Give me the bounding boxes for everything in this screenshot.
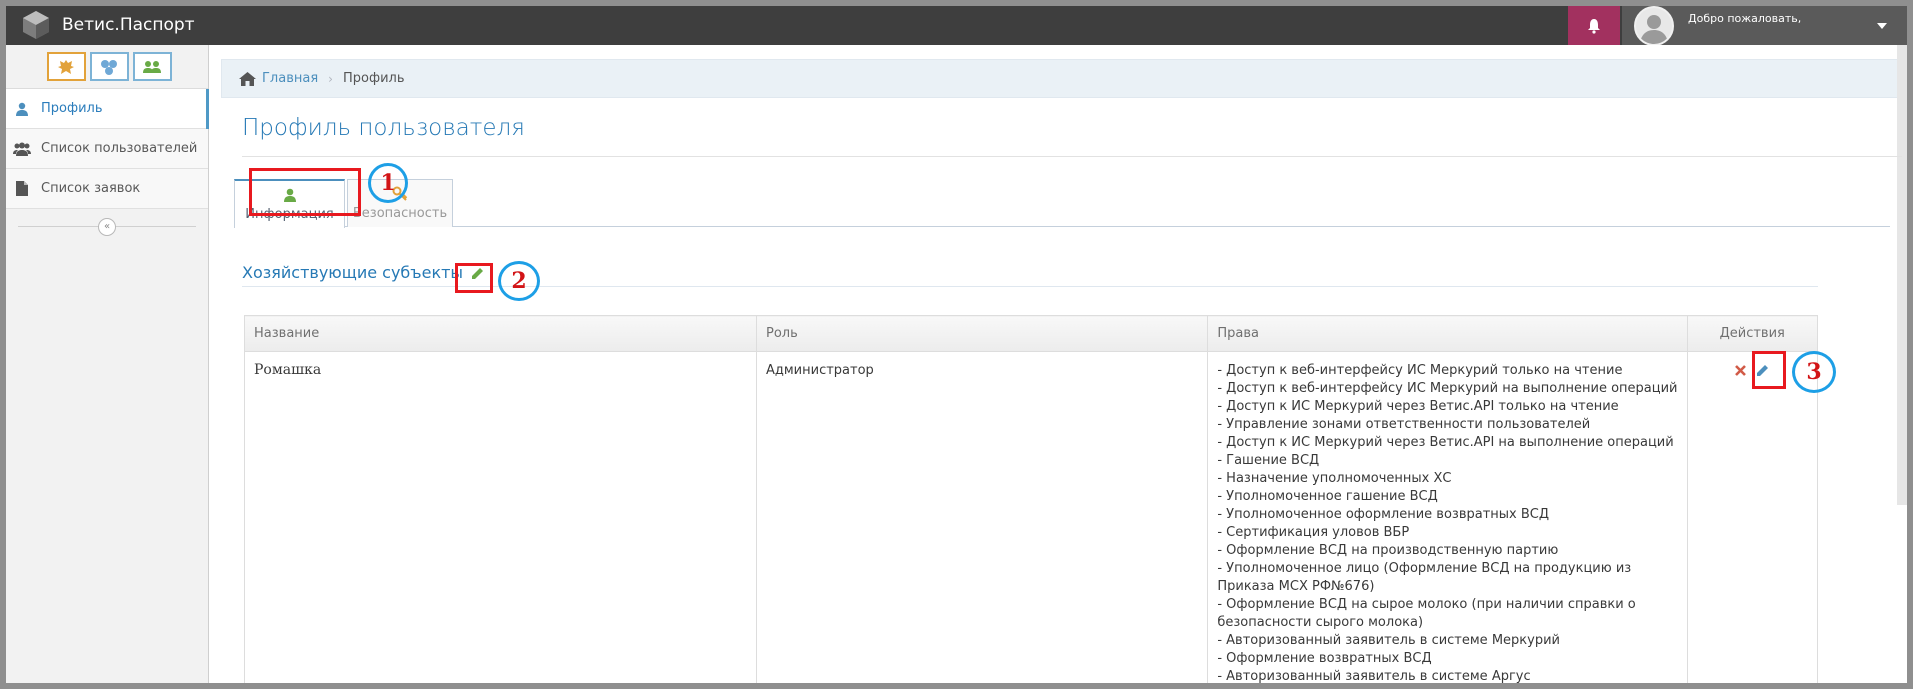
annotation-box-2	[455, 263, 493, 293]
entity-rights: - Доступ к веб-интерфейсу ИС Меркурий то…	[1207, 351, 1688, 684]
close-icon	[1735, 365, 1747, 376]
delete-row-button[interactable]	[1735, 365, 1747, 380]
row-actions	[1686, 351, 1818, 683]
sidebar-item-label: Профиль	[41, 101, 103, 116]
right-item: - Управление зонами ответственности поль…	[1217, 417, 1591, 432]
section-title-text: Хозяйствующие субъекты	[242, 263, 464, 282]
right-item: - Оформление возвратных ВСД	[1217, 651, 1432, 666]
profile-tabs: Информация Безопасность	[234, 169, 1890, 228]
annotation-number: 2	[511, 268, 527, 294]
collapse-sidebar-button[interactable]: «	[98, 218, 116, 236]
right-item: - Доступ к веб-интерфейсу ИС Меркурий то…	[1217, 363, 1623, 378]
chevron-down-icon[interactable]	[1877, 23, 1887, 29]
table-row: Ромашка Администратор - Доступ к веб-инт…	[244, 351, 1818, 684]
network-icon	[101, 59, 117, 75]
top-navbar: Ветис.Паспорт Добро пожаловать,	[6, 6, 1907, 46]
user-icon	[13, 101, 31, 117]
notifications-button[interactable]	[1568, 6, 1620, 45]
right-item: - Гашение ВСД	[1217, 453, 1320, 468]
right-item: - Оформление ВСД на производственную пар…	[1217, 543, 1559, 558]
home-icon	[239, 71, 256, 86]
breadcrumb-current: Профиль	[342, 71, 405, 86]
annotation-box-3	[1752, 351, 1786, 389]
group-icon	[13, 141, 31, 157]
shortcut-users-button[interactable]	[132, 52, 172, 81]
sidebar-item-profile[interactable]: Профиль	[6, 89, 209, 129]
entities-table: Название Роль Права Действия Ромашка Адм…	[244, 315, 1818, 684]
users-icon	[143, 60, 161, 73]
scrollbar[interactable]	[1897, 45, 1907, 505]
welcome-text: Добро пожаловать,	[1688, 12, 1802, 25]
right-item: - Уполномоченное гашение ВСД	[1217, 489, 1438, 504]
column-header-actions: Действия	[1686, 315, 1818, 352]
sidebar-item-label: Список заявок	[41, 181, 141, 196]
annotation-box-1	[249, 168, 361, 216]
shortcut-network-button[interactable]	[89, 52, 129, 81]
right-item: - Уполномоченное оформление возвратных В…	[1217, 507, 1550, 522]
right-item: - Уполномоченное лицо (Оформление ВСД на…	[1217, 561, 1632, 594]
right-item: - Доступ к ИС Меркурий через Ветис.API н…	[1217, 435, 1674, 450]
sidebar-collapse: «	[6, 209, 208, 243]
right-item: - Авторизованный заявитель в системе Арг…	[1217, 669, 1531, 684]
annotation-marker-2: 2	[498, 261, 540, 301]
right-item: - Оформление ВСД на сырое молоко (при на…	[1217, 597, 1636, 630]
right-item: - Авторизованный заявитель в системе Мер…	[1217, 633, 1560, 648]
entity-name: Ромашка	[244, 351, 757, 683]
emblem-icon	[58, 59, 74, 74]
double-chevron-left-icon: «	[103, 221, 111, 232]
page-title: Профиль пользователя	[242, 115, 1902, 157]
window-frame: Ветис.Паспорт Добро пожаловать, Профиль …	[0, 0, 1913, 689]
shortcut-emblem-button[interactable]	[46, 52, 86, 81]
breadcrumb: Главная › Профиль	[221, 59, 1901, 98]
column-header-name[interactable]: Название	[244, 315, 757, 352]
right-item: - Доступ к веб-интерфейсу ИС Меркурий на…	[1217, 381, 1678, 396]
breadcrumb-separator-icon: ›	[328, 71, 333, 86]
avatar	[1634, 6, 1674, 46]
bell-icon	[1588, 18, 1600, 34]
annotation-marker-3: 3	[1792, 351, 1836, 393]
sidebar-item-label: Список пользователей	[41, 141, 198, 156]
column-header-role[interactable]: Роль	[755, 315, 1209, 352]
right-item: - Назначение уполномоченных ХС	[1217, 471, 1452, 486]
main-content: Главная › Профиль Профиль пользователя И…	[209, 45, 1907, 684]
user-menu[interactable]: Добро пожаловать,	[1622, 6, 1907, 46]
breadcrumb-home-link[interactable]: Главная	[239, 71, 318, 86]
tab-label: Безопасность	[352, 206, 448, 221]
sidebar: Профиль Список пользователей Список заяв…	[6, 45, 209, 683]
brand-title: Ветис.Паспорт	[62, 15, 195, 35]
breadcrumb-home-label: Главная	[262, 71, 319, 86]
right-item: - Сертификация уловов ВБР	[1217, 525, 1410, 540]
column-header-rights[interactable]: Права	[1207, 315, 1688, 352]
annotation-marker-1: 1	[368, 163, 408, 203]
vetis-logo-icon	[23, 11, 49, 39]
right-item: - Доступ к ИС Меркурий через Ветис.API т…	[1217, 399, 1619, 414]
entity-role: Администратор	[755, 351, 1209, 683]
user-avatar-icon	[1640, 14, 1668, 44]
annotation-number: 3	[1806, 359, 1822, 385]
sidebar-item-requests[interactable]: Список заявок	[6, 169, 208, 209]
annotation-number: 1	[380, 170, 396, 196]
brand[interactable]: Ветис.Паспорт	[20, 8, 195, 42]
sidebar-item-users[interactable]: Список пользователей	[6, 129, 208, 169]
file-icon	[13, 181, 31, 197]
sidebar-shortcuts	[6, 45, 208, 89]
